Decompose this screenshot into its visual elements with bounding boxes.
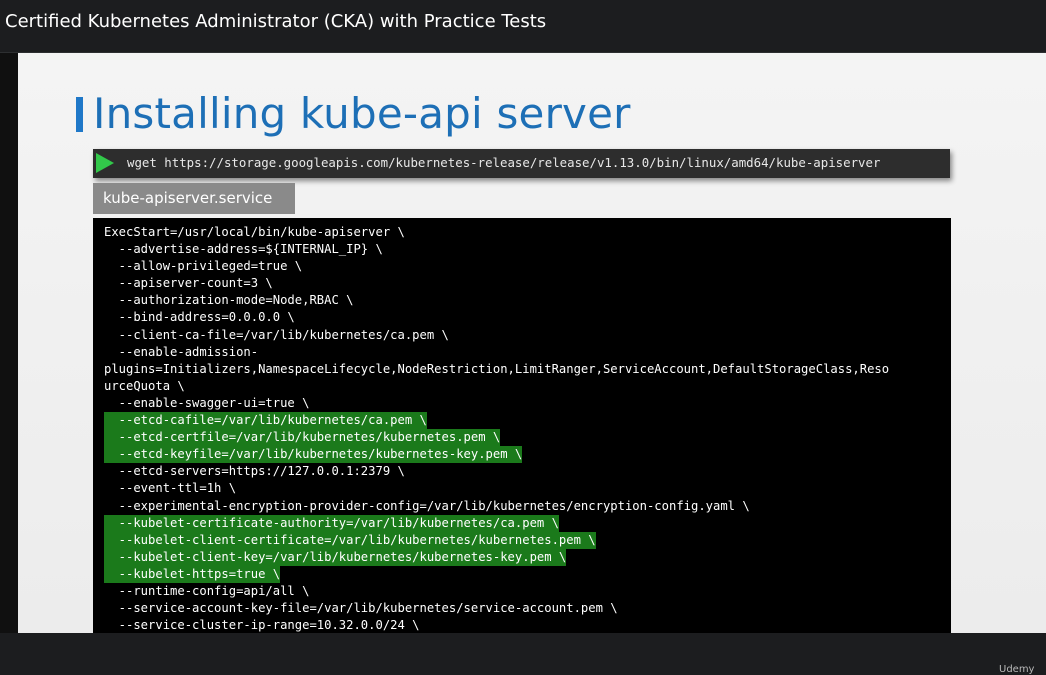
lecture-slide: Installing kube-api server wget https://… xyxy=(18,53,1046,633)
code-line: --advertise-address=${INTERNAL_IP} \ xyxy=(104,242,383,257)
wget-command: wget https://storage.googleapis.com/kube… xyxy=(127,155,881,170)
code-line: --bind-address=0.0.0.0 \ xyxy=(104,310,295,325)
code-line: --service-cluster-ip-range=10.32.0.0/24 … xyxy=(104,618,420,633)
code-line: --apiserver-count=3 \ xyxy=(104,276,273,291)
course-title: Certified Kubernetes Administrator (CKA)… xyxy=(5,11,547,32)
code-line: urceQuota \ xyxy=(104,378,185,393)
code-line: --allow-privileged=true \ xyxy=(104,259,303,274)
code-line-highlighted: --kubelet-client-key=/var/lib/kubernetes… xyxy=(104,548,944,566)
code-line-highlighted: --kubelet-client-certificate=/var/lib/ku… xyxy=(104,531,944,549)
file-name-label: kube-apiserver.service xyxy=(103,189,273,207)
code-line: plugins=Initializers,NamespaceLifecycle,… xyxy=(104,361,890,376)
udemy-watermark: Udemy xyxy=(999,664,1035,675)
code-line: --service-account-key-file=/var/lib/kube… xyxy=(104,601,618,616)
video-player[interactable]: Installing kube-api server wget https://… xyxy=(0,53,1046,675)
code-line: --etcd-servers=https://127.0.0.1:2379 \ xyxy=(104,464,405,479)
code-block: ExecStart=/usr/local/bin/kube-apiserver … xyxy=(93,218,951,633)
slide-title: Installing kube-api server xyxy=(93,89,631,138)
code-line-highlighted: --etcd-keyfile=/var/lib/kubernetes/kuber… xyxy=(104,446,944,464)
code-lines: ExecStart=/usr/local/bin/kube-apiserver … xyxy=(104,224,944,633)
code-line: --event-ttl=1h \ xyxy=(104,481,237,496)
code-line: --client-ca-file=/var/lib/kubernetes/ca.… xyxy=(104,327,449,342)
course-header: Certified Kubernetes Administrator (CKA)… xyxy=(0,0,1046,53)
code-line-highlighted: --etcd-cafile=/var/lib/kubernetes/ca.pem… xyxy=(104,412,944,430)
code-line: --runtime-config=api/all \ xyxy=(104,583,310,598)
code-line: --experimental-encryption-provider-confi… xyxy=(104,498,750,513)
code-line-highlighted: --kubelet-certificate-authority=/var/lib… xyxy=(104,514,944,532)
code-line: ExecStart=/usr/local/bin/kube-apiserver … xyxy=(104,225,405,239)
title-accent-bar xyxy=(76,97,83,132)
play-icon xyxy=(96,153,114,173)
command-box: wget https://storage.googleapis.com/kube… xyxy=(93,149,950,178)
code-line: --enable-swagger-ui=true \ xyxy=(104,395,310,410)
code-line-highlighted: --kubelet-https=true \ xyxy=(104,565,944,583)
code-line-highlighted: --etcd-certfile=/var/lib/kubernetes/kube… xyxy=(104,429,944,447)
code-line: --authorization-mode=Node,RBAC \ xyxy=(104,293,354,308)
file-name-tab: kube-apiserver.service xyxy=(93,183,295,214)
code-line: --enable-admission- xyxy=(104,344,259,359)
